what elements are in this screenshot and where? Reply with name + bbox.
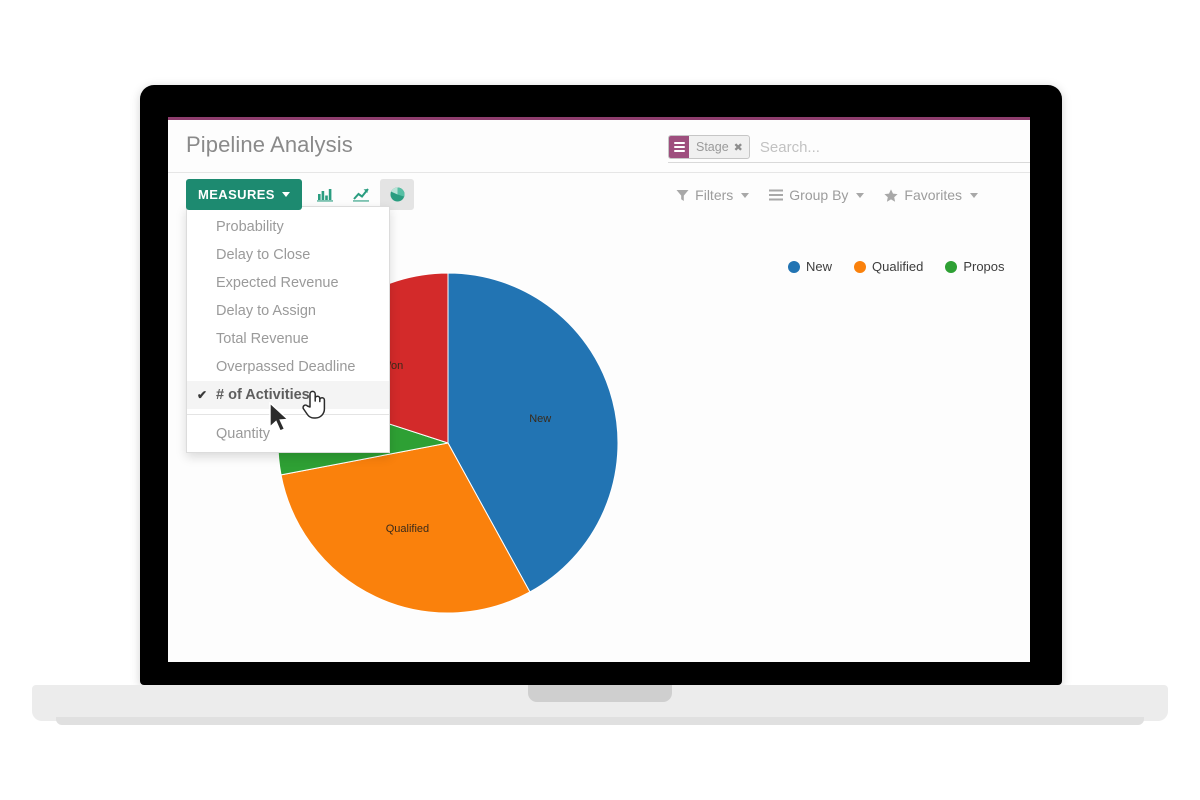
measure-item-expected-revenue[interactable]: Expected Revenue — [187, 269, 389, 297]
group-by-menu-label: Group By — [789, 187, 849, 203]
measures-button-label: MEASURES — [198, 187, 275, 202]
legend-label: New — [806, 259, 833, 274]
control-panel-menus: Filters Group By Favorites — [676, 173, 978, 217]
search-view[interactable]: Stage ✖ — [668, 132, 1030, 163]
control-panel: Pipeline Analysis Stage ✖ MEASURES — [168, 120, 1030, 218]
legend-item[interactable]: Qualified — [854, 259, 923, 274]
laptop-base-lip — [56, 717, 1144, 725]
control-panel-top-row: Pipeline Analysis Stage ✖ — [168, 120, 1030, 172]
filters-menu-label: Filters — [695, 187, 734, 203]
measure-item-label: Expected Revenue — [216, 275, 339, 291]
measure-item-total-revenue[interactable]: Total Revenue — [187, 325, 389, 353]
measure-item-label: Quantity — [216, 426, 270, 442]
measure-item-label: Probability — [216, 219, 284, 235]
measure-item-probability[interactable]: Probability — [187, 213, 389, 241]
laptop-screen: Pipeline Analysis Stage ✖ MEASURES — [168, 117, 1030, 662]
close-icon[interactable]: ✖ — [734, 136, 749, 158]
chart-legend: New Qualified Propos — [788, 259, 1005, 274]
chevron-down-icon — [281, 192, 290, 197]
measure-item-quantity[interactable]: Quantity — [187, 420, 389, 448]
check-icon: ✔ — [197, 388, 208, 402]
measure-item-label: Total Revenue — [216, 331, 309, 347]
group-by-menu[interactable]: Group By — [769, 187, 865, 203]
legend-color-swatch — [788, 260, 800, 273]
pie-slice-label: Qualified — [386, 523, 429, 535]
measure-item-delay-to-close[interactable]: Delay to Close — [187, 241, 389, 269]
measure-item-overpassed-deadline[interactable]: Overpassed Deadline — [187, 353, 389, 381]
list-icon — [669, 136, 689, 158]
measure-item-label: Delay to Close — [216, 247, 311, 263]
measure-item-label: Delay to Assign — [216, 303, 316, 319]
measures-button[interactable]: MEASURES — [186, 179, 302, 210]
search-facet-label: Stage — [696, 140, 729, 154]
search-facet-stage[interactable]: Stage ✖ — [668, 135, 750, 159]
measures-dropdown-menu: Probability Delay to Close Expected Reve… — [186, 206, 390, 453]
menu-divider — [187, 414, 389, 415]
legend-item[interactable]: Propos — [945, 259, 1005, 274]
favorites-menu[interactable]: Favorites — [884, 187, 978, 203]
chevron-down-icon — [970, 192, 978, 198]
pie-chart-icon — [390, 187, 405, 202]
legend-color-swatch — [945, 260, 958, 273]
star-icon — [884, 188, 899, 202]
legend-label: Qualified — [872, 259, 924, 274]
search-input[interactable] — [755, 138, 1030, 156]
funnel-icon — [676, 189, 689, 201]
measure-item-label: Overpassed Deadline — [216, 359, 356, 375]
legend-label: Propos — [963, 259, 1005, 274]
group-lines-icon — [769, 189, 784, 201]
line-chart-icon — [352, 188, 369, 202]
legend-item[interactable]: New — [788, 259, 832, 274]
screenshot-stage: Pipeline Analysis Stage ✖ MEASURES — [0, 0, 1200, 800]
laptop-base-notch — [528, 685, 672, 702]
measure-item-delay-to-assign[interactable]: Delay to Assign — [187, 297, 389, 325]
legend-color-swatch — [854, 260, 867, 273]
favorites-menu-label: Favorites — [904, 187, 962, 203]
bar-chart-icon — [316, 189, 333, 202]
chevron-down-icon — [856, 192, 865, 198]
page-title: Pipeline Analysis — [186, 132, 353, 157]
measure-item-number-of-activities[interactable]: ✔ # of Activities — [187, 381, 389, 409]
pie-slice-label: New — [529, 413, 551, 425]
filters-menu[interactable]: Filters — [676, 187, 750, 203]
measure-item-label: # of Activities — [216, 387, 310, 403]
chevron-down-icon — [741, 192, 750, 198]
